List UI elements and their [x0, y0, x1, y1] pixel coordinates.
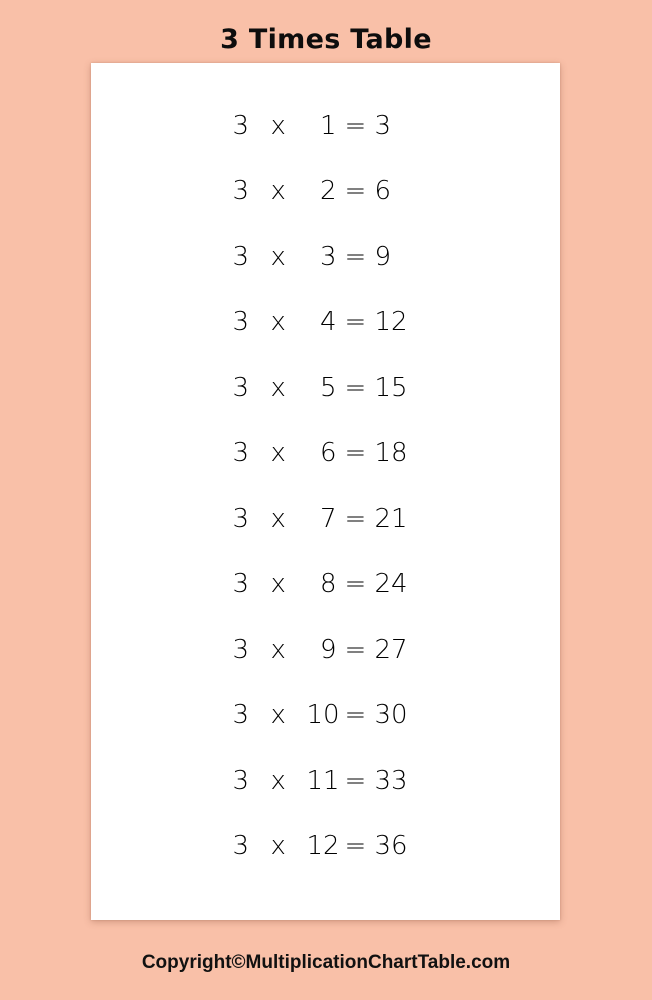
- equation-row: 3 x 2 = 6: [91, 159, 560, 225]
- page-title: 3 Times Table: [220, 24, 432, 55]
- equals-sign: =: [344, 110, 367, 141]
- multiply-operator: x: [270, 634, 286, 665]
- multiplicand: 3: [232, 241, 250, 272]
- product-value: 6: [374, 176, 392, 207]
- multiply-operator: x: [270, 241, 286, 272]
- equals-sign: =: [344, 765, 367, 796]
- product-value: 15: [374, 372, 408, 403]
- equals-sign: =: [344, 438, 367, 469]
- times-table-page: 3 Times Table 3 x 1 = 3 3 x 2 = 6 3 x 3 = 9 3 x 4 = 12 3 x 5 = 1…: [0, 0, 652, 1000]
- equation-row: 3 x 10 = 30: [91, 683, 560, 749]
- multiply-operator: x: [270, 503, 286, 534]
- product-value: 33: [374, 765, 408, 796]
- multiplicand: 3: [232, 700, 250, 731]
- card-surface: 3 x 1 = 3 3 x 2 = 6 3 x 3 = 9 3 x 4 = 12 3 x 5 = 15 3 x 6 = 18 3 x 7 = 21 3…: [91, 63, 560, 920]
- multiplicand: 3: [232, 634, 250, 665]
- multiplicand: 3: [232, 503, 250, 534]
- multiplier: 12: [306, 831, 340, 862]
- equation-list: 3 x 1 = 3 3 x 2 = 6 3 x 3 = 9 3 x 4 = 12 3 x 5 = 15 3 x 6 = 18 3 x 7 = 21 3…: [91, 63, 560, 920]
- multiply-operator: x: [270, 372, 286, 403]
- equals-sign: =: [344, 307, 367, 338]
- product-value: 12: [374, 307, 408, 338]
- multiply-operator: x: [270, 307, 286, 338]
- equation-row: 3 x 1 = 3: [91, 93, 560, 159]
- equals-sign: =: [344, 176, 367, 207]
- multiply-operator: x: [270, 438, 286, 469]
- multiplier: 9: [319, 634, 337, 665]
- product-value: 18: [374, 438, 408, 469]
- equals-sign: =: [344, 569, 367, 600]
- equation-row: 3 x 6 = 18: [91, 421, 560, 487]
- multiplicand: 3: [232, 307, 250, 338]
- equals-sign: =: [344, 831, 367, 862]
- multiply-operator: x: [270, 700, 286, 731]
- multiplicand: 3: [232, 831, 250, 862]
- multiplier: 2: [319, 176, 337, 207]
- product-value: 3: [374, 110, 392, 141]
- equals-sign: =: [344, 700, 367, 731]
- multiply-operator: x: [270, 569, 286, 600]
- multiply-operator: x: [270, 176, 286, 207]
- copyright-footer: Copyright©MultiplicationChartTable.com: [141, 952, 511, 973]
- multiplicand: 3: [232, 438, 250, 469]
- multiplier: 6: [319, 438, 337, 469]
- multiplicand: 3: [232, 176, 250, 207]
- multiplier: 3: [319, 241, 337, 272]
- equation-row: 3 x 8 = 24: [91, 552, 560, 618]
- product-value: 9: [374, 241, 392, 272]
- equals-sign: =: [344, 241, 367, 272]
- equation-row: 3 x 9 = 27: [91, 617, 560, 683]
- equation-row: 3 x 4 = 12: [91, 290, 560, 356]
- multiplier: 8: [319, 569, 337, 600]
- equals-sign: =: [344, 372, 367, 403]
- equation-row: 3 x 5 = 15: [91, 355, 560, 421]
- equation-row: 3 x 12 = 36: [91, 814, 560, 880]
- product-value: 21: [374, 503, 408, 534]
- multiplier: 11: [306, 765, 340, 796]
- product-value: 36: [374, 831, 408, 862]
- multiplier: 7: [319, 503, 337, 534]
- multiplier: 10: [306, 700, 340, 731]
- multiplicand: 3: [232, 765, 250, 796]
- multiplier: 4: [319, 307, 337, 338]
- multiplicand: 3: [232, 110, 250, 141]
- multiplier: 1: [319, 110, 337, 141]
- product-value: 30: [374, 700, 408, 731]
- multiply-operator: x: [270, 110, 286, 141]
- multiplicand: 3: [232, 569, 250, 600]
- equation-row: 3 x 11 = 33: [91, 748, 560, 814]
- product-value: 27: [374, 634, 408, 665]
- equals-sign: =: [344, 503, 367, 534]
- equals-sign: =: [344, 634, 367, 665]
- multiply-operator: x: [270, 831, 286, 862]
- equation-row: 3 x 7 = 21: [91, 486, 560, 552]
- multiplicand: 3: [232, 372, 250, 403]
- times-table-card: 3 x 1 = 3 3 x 2 = 6 3 x 3 = 9 3 x 4 = 12 3 x 5 = 15 3 x 6 = 18 3 x 7 = 21 3…: [91, 63, 560, 920]
- product-value: 24: [374, 569, 408, 600]
- multiplier: 5: [319, 372, 337, 403]
- multiply-operator: x: [270, 765, 286, 796]
- equation-row: 3 x 3 = 9: [91, 224, 560, 290]
